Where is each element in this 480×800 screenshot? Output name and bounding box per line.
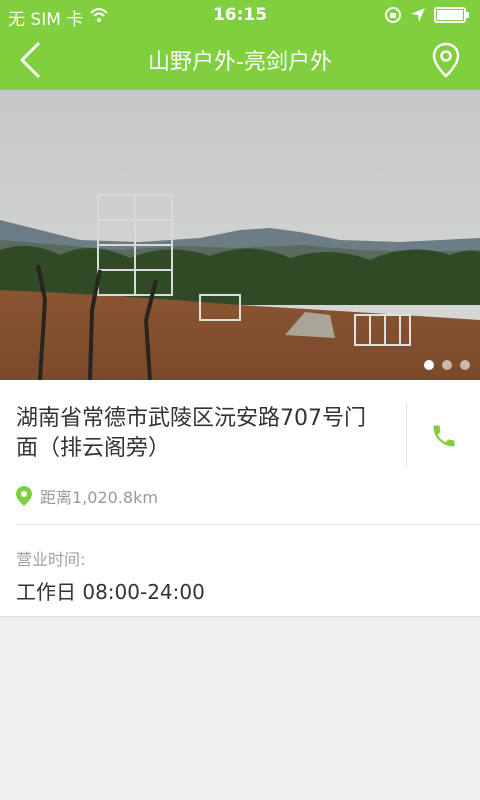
phone-icon <box>433 425 455 447</box>
status-bar: 无 SIM 卡 16:15 <box>0 0 480 30</box>
map-pin-icon <box>432 42 460 78</box>
store-info-card: 湖南省常德市武陵区沅安路707号门面（排云阁旁） 距离1,020.8km 营业时… <box>0 380 480 617</box>
business-hours-value: 工作日 08:00-24:00 <box>16 580 205 604</box>
store-photo-carousel[interactable] <box>0 90 480 380</box>
nav-bar: 山野户外-亮剑户外 <box>0 30 480 90</box>
location-pin-icon <box>16 486 32 506</box>
business-hours-label: 营业时间: <box>16 550 86 569</box>
rotation-lock-icon <box>384 6 402 28</box>
store-photo <box>0 90 480 380</box>
carousel-dot[interactable] <box>424 360 434 370</box>
distance-row: 距离1,020.8km <box>16 484 158 508</box>
call-button[interactable] <box>418 410 470 462</box>
carousel-dot[interactable] <box>442 360 452 370</box>
carousel-indicator <box>424 360 470 370</box>
location-arrow-icon <box>410 7 426 27</box>
vertical-divider <box>406 402 407 468</box>
back-arrow-icon <box>20 42 40 78</box>
carousel-dot[interactable] <box>460 360 470 370</box>
map-location-button[interactable] <box>424 38 468 82</box>
status-right <box>384 6 470 28</box>
back-button[interactable] <box>8 38 52 82</box>
distance-text: 距离1,020.8km <box>40 488 158 507</box>
content-background <box>0 618 480 800</box>
store-address: 湖南省常德市武陵区沅安路707号门面（排云阁旁） <box>16 406 366 461</box>
battery-icon <box>434 7 470 27</box>
page-title: 山野户外-亮剑户外 <box>148 50 332 75</box>
horizontal-divider <box>16 524 480 525</box>
